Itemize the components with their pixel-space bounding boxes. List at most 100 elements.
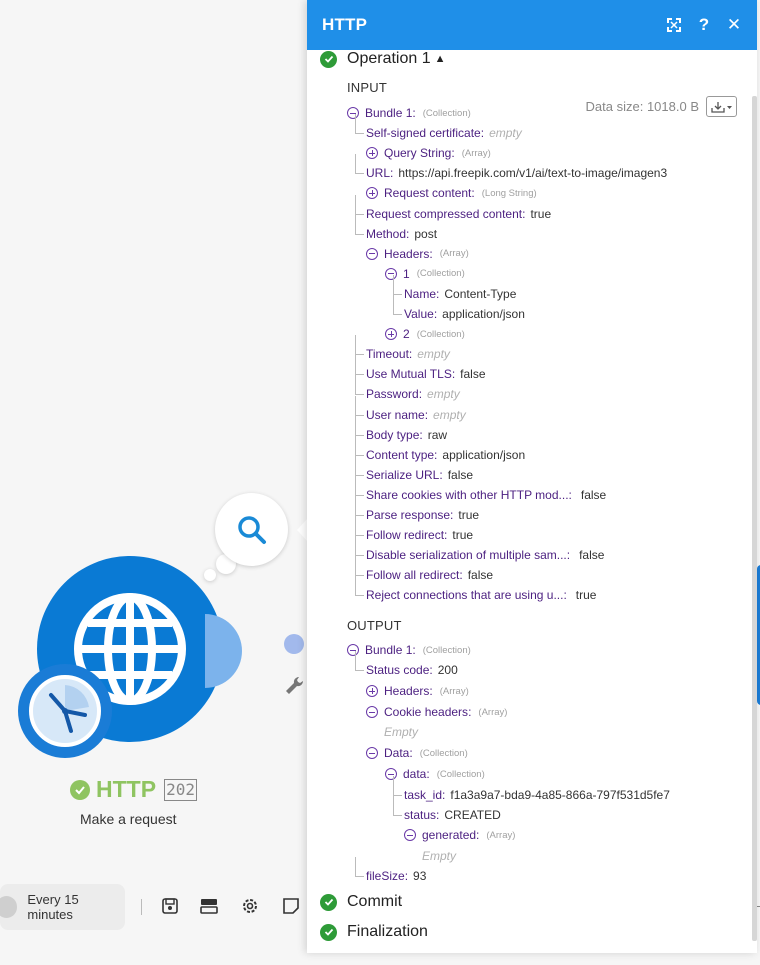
tree-colon: : <box>436 286 440 301</box>
tree-value: true <box>458 508 480 522</box>
tree-row-body-type: Body type: raw <box>366 426 447 444</box>
tree-connector <box>355 395 356 415</box>
expand-button[interactable] <box>659 10 689 40</box>
tree-key: Share cookies with other HTTP mod... <box>366 487 569 502</box>
tree-connector <box>355 516 356 536</box>
expand-toggle-icon[interactable] <box>385 328 397 341</box>
input-section-label: INPUT <box>347 80 387 95</box>
save-icon[interactable] <box>160 896 180 916</box>
tree-row-headers[interactable]: Headers: (Array) <box>366 682 469 700</box>
tree-colon: : <box>451 146 455 161</box>
tree-colon: : <box>459 568 463 583</box>
tree-key: User name <box>366 407 425 422</box>
tree-row-query-string[interactable]: Query String: (Array) <box>366 144 491 162</box>
success-check-icon <box>70 779 90 800</box>
commit-label: Commit <box>347 893 403 910</box>
thought-bubble-small <box>204 569 216 581</box>
tree-connector <box>355 576 356 596</box>
scrollbar[interactable] <box>752 96 757 941</box>
commit-row[interactable]: Commit <box>320 893 402 911</box>
collapse-toggle-icon[interactable] <box>347 107 359 119</box>
tree-row-value: Value: application/json <box>404 305 525 323</box>
tree-value: true <box>530 206 552 221</box>
tree-value: false <box>579 548 605 563</box>
collapse-toggle-icon[interactable] <box>385 768 397 780</box>
tree-connector <box>355 213 364 215</box>
collapse-toggle-icon[interactable] <box>366 247 378 260</box>
tree-connector <box>355 575 364 577</box>
tree-row-bundle-1[interactable]: Bundle 1: (Collection) <box>347 104 471 122</box>
schedule-clock-badge[interactable] <box>18 664 112 758</box>
inspect-bubble[interactable] <box>215 493 288 566</box>
tree-colon: : <box>436 808 440 822</box>
tree-type: (Collection) <box>419 747 468 759</box>
tree-row-parse-response: Parse response: true <box>366 506 479 524</box>
collapse-toggle-icon[interactable] <box>347 644 359 656</box>
tree-colon: : <box>468 705 472 719</box>
tree-row-cookie-headers[interactable]: Cookie headers: (Array) <box>366 703 507 721</box>
panel-title: HTTP <box>322 15 368 34</box>
tree-row-1[interactable]: 1 (Collection) <box>385 265 465 283</box>
magnifier-icon <box>237 515 266 544</box>
expand-toggle-icon[interactable] <box>366 187 378 200</box>
tree-key: task_id <box>404 788 443 802</box>
route-connector[interactable] <box>205 614 263 688</box>
tree-connector <box>355 335 356 355</box>
schedule-pill[interactable]: Every 15 minutes <box>0 884 125 930</box>
tree-colon: : <box>442 788 446 802</box>
success-check-icon <box>320 923 337 941</box>
tree-key: Disable serialization of multiple sam... <box>366 548 567 563</box>
operation-row[interactable]: Operation 1 ▲ <box>320 50 446 68</box>
tree-row-use-mutual-tls: Use Mutual TLS: false <box>366 365 486 383</box>
tree-row-filesize: fileSize:93 <box>366 867 426 885</box>
module-id-badge: 202 <box>164 778 197 801</box>
align-icon[interactable] <box>199 896 219 916</box>
expand-toggle-icon[interactable] <box>366 685 378 697</box>
tree-row-headers[interactable]: Headers: (Array) <box>366 245 469 263</box>
clock-icon <box>29 675 101 747</box>
tree-row-follow-redirect: Follow redirect: true <box>366 526 473 544</box>
tree-colon: : <box>424 407 429 422</box>
collapse-toggle-icon[interactable] <box>385 267 397 280</box>
tree-row-data[interactable]: Data: (Collection) <box>366 744 468 762</box>
tree-connector <box>355 474 364 476</box>
tree-key: Reject connections that are using u... <box>366 588 564 603</box>
collapse-toggle-icon[interactable] <box>366 706 378 718</box>
tree-connector <box>355 595 364 597</box>
tree-empty-value: empty <box>489 126 522 141</box>
tree-value: 200 <box>437 663 458 677</box>
tree-connector <box>393 815 402 816</box>
tree-connector <box>355 194 356 214</box>
download-button[interactable] <box>706 96 737 117</box>
close-button[interactable]: ✕ <box>719 10 749 40</box>
module-action: Make a request <box>80 811 177 827</box>
tree-connector <box>355 535 364 537</box>
schedule-toggle[interactable] <box>0 896 18 918</box>
tree-colon: : <box>451 367 456 382</box>
tree-row-bundle-1[interactable]: Bundle 1: (Collection) <box>347 641 471 659</box>
tree-row-data[interactable]: data: (Collection) <box>385 765 485 783</box>
tree-connector <box>355 434 364 436</box>
wrench-icon[interactable] <box>284 675 306 697</box>
finalization-row[interactable]: Finalization <box>320 923 428 941</box>
tree-value: f1a3a9a7-bda9-4a85-866a-797f531d5fe7 <box>450 788 670 802</box>
tree-row-request-content[interactable]: Request content: (Long String) <box>366 184 537 202</box>
tree-connector <box>355 857 356 876</box>
tree-type: (Array) <box>439 248 469 260</box>
note-icon[interactable] <box>281 896 301 916</box>
collapse-toggle-icon[interactable] <box>404 829 416 841</box>
tree-type: (Collection) <box>422 644 471 656</box>
gear-icon[interactable] <box>240 896 260 916</box>
panel-header: HTTP ? ✕ <box>307 0 757 50</box>
tree-row-2[interactable]: 2 (Collection) <box>385 325 465 343</box>
tree-colon: : <box>568 487 572 502</box>
expand-toggle-icon[interactable] <box>366 147 378 160</box>
tree-connector <box>355 355 356 375</box>
help-button[interactable]: ? <box>689 10 719 40</box>
add-module-dot[interactable] <box>284 634 304 654</box>
tree-connector <box>393 274 394 294</box>
tree-type: (Collection) <box>436 768 485 780</box>
tree-row-generated[interactable]: generated: (Array) <box>404 826 515 844</box>
tree-connector <box>355 556 356 576</box>
collapse-toggle-icon[interactable] <box>366 747 378 759</box>
